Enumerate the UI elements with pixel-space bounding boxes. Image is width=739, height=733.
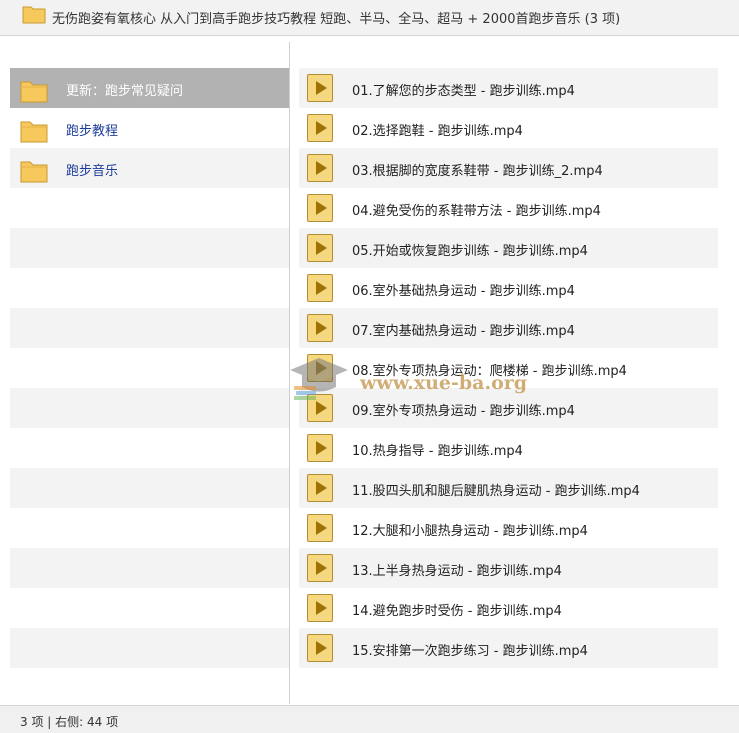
empty-row <box>10 508 289 548</box>
folder-item-music[interactable]: 跑步音乐 <box>10 148 289 188</box>
folder-label: 跑步教程 <box>66 124 119 139</box>
file-name: 14.避免跑步时受伤 - 跑步训练.mp4 <box>352 604 562 619</box>
empty-row <box>10 628 289 668</box>
folder-icon <box>20 81 48 103</box>
file-name: 06.室外基础热身运动 - 跑步训练.mp4 <box>352 284 575 299</box>
empty-row <box>10 308 289 348</box>
empty-row <box>10 388 289 428</box>
file-item[interactable]: 04.避免受伤的系鞋带方法 - 跑步训练.mp4 <box>299 188 718 228</box>
file-item[interactable]: 10.热身指导 - 跑步训练.mp4 <box>299 428 718 468</box>
folder-label: 更新：跑步常见疑问 <box>66 84 184 99</box>
media-file-icon <box>307 474 333 502</box>
media-file-icon <box>307 74 333 102</box>
media-file-icon <box>307 154 333 182</box>
file-name: 09.室外专项热身运动 - 跑步训练.mp4 <box>352 404 575 419</box>
file-item[interactable]: 11.股四头肌和腿后腱肌热身运动 - 跑步训练.mp4 <box>299 468 718 508</box>
empty-row <box>10 468 289 508</box>
media-file-icon <box>307 314 333 342</box>
empty-row <box>10 588 289 628</box>
file-name: 04.避免受伤的系鞋带方法 - 跑步训练.mp4 <box>352 204 601 219</box>
file-item[interactable]: 13.上半身热身运动 - 跑步训练.mp4 <box>299 548 718 588</box>
media-file-icon <box>307 634 333 662</box>
media-file-icon <box>307 194 333 222</box>
status-bar: 3 项 | 右侧: 44 项 <box>0 705 739 733</box>
folder-list: 更新：跑步常见疑问 跑步教程 跑步音乐 <box>10 68 289 668</box>
folder-icon <box>20 121 48 143</box>
window-title: 无伤跑姿有氧核心 从入门到高手跑步技巧教程 短跑、半马、全马、超马 + 2000… <box>52 12 621 27</box>
media-file-icon <box>307 554 333 582</box>
media-file-icon <box>307 114 333 142</box>
media-file-icon <box>307 514 333 542</box>
file-name: 03.根据脚的宽度系鞋带 - 跑步训练_2.mp4 <box>352 164 603 179</box>
empty-row <box>10 268 289 308</box>
media-file-icon <box>307 234 333 262</box>
file-item[interactable]: 02.选择跑鞋 - 跑步训练.mp4 <box>299 108 718 148</box>
file-item[interactable]: 12.大腿和小腿热身运动 - 跑步训练.mp4 <box>299 508 718 548</box>
file-name: 07.室内基础热身运动 - 跑步训练.mp4 <box>352 324 575 339</box>
empty-row <box>10 548 289 588</box>
pane-divider[interactable] <box>289 42 290 704</box>
media-file-icon <box>307 434 333 462</box>
empty-row <box>10 228 289 268</box>
folder-icon <box>22 6 46 24</box>
file-name: 08.室外专项热身运动：爬楼梯 - 跑步训练.mp4 <box>352 364 627 379</box>
file-name: 02.选择跑鞋 - 跑步训练.mp4 <box>352 124 523 139</box>
media-file-icon <box>307 354 333 382</box>
file-item[interactable]: 09.室外专项热身运动 - 跑步训练.mp4 <box>299 388 718 428</box>
file-name: 11.股四头肌和腿后腱肌热身运动 - 跑步训练.mp4 <box>352 484 640 499</box>
file-item[interactable]: 03.根据脚的宽度系鞋带 - 跑步训练_2.mp4 <box>299 148 718 188</box>
folder-item-tutorials[interactable]: 跑步教程 <box>10 108 289 148</box>
empty-row <box>10 348 289 388</box>
empty-row <box>10 428 289 468</box>
folder-item-faq[interactable]: 更新：跑步常见疑问 <box>10 68 289 108</box>
file-item[interactable]: 07.室内基础热身运动 - 跑步训练.mp4 <box>299 308 718 348</box>
file-item[interactable]: 08.室外专项热身运动：爬楼梯 - 跑步训练.mp4 <box>299 348 718 388</box>
file-name: 13.上半身热身运动 - 跑步训练.mp4 <box>352 564 562 579</box>
status-text: 3 项 | 右侧: 44 项 <box>20 715 119 729</box>
file-list: 01.了解您的步态类型 - 跑步训练.mp4 02.选择跑鞋 - 跑步训练.mp… <box>299 68 718 668</box>
file-name: 01.了解您的步态类型 - 跑步训练.mp4 <box>352 84 575 99</box>
file-name: 12.大腿和小腿热身运动 - 跑步训练.mp4 <box>352 524 588 539</box>
file-name: 05.开始或恢复跑步训练 - 跑步训练.mp4 <box>352 244 588 259</box>
title-bar: 无伤跑姿有氧核心 从入门到高手跑步技巧教程 短跑、半马、全马、超马 + 2000… <box>0 0 739 36</box>
media-file-icon <box>307 274 333 302</box>
file-item[interactable]: 05.开始或恢复跑步训练 - 跑步训练.mp4 <box>299 228 718 268</box>
file-item[interactable]: 01.了解您的步态类型 - 跑步训练.mp4 <box>299 68 718 108</box>
file-name: 10.热身指导 - 跑步训练.mp4 <box>352 444 523 459</box>
file-item[interactable]: 15.安排第一次跑步练习 - 跑步训练.mp4 <box>299 628 718 668</box>
folder-label: 跑步音乐 <box>66 164 119 179</box>
media-file-icon <box>307 594 333 622</box>
file-item[interactable]: 06.室外基础热身运动 - 跑步训练.mp4 <box>299 268 718 308</box>
file-item[interactable]: 14.避免跑步时受伤 - 跑步训练.mp4 <box>299 588 718 628</box>
folder-icon <box>20 161 48 183</box>
file-name: 15.安排第一次跑步练习 - 跑步训练.mp4 <box>352 644 588 659</box>
empty-row <box>10 188 289 228</box>
media-file-icon <box>307 394 333 422</box>
